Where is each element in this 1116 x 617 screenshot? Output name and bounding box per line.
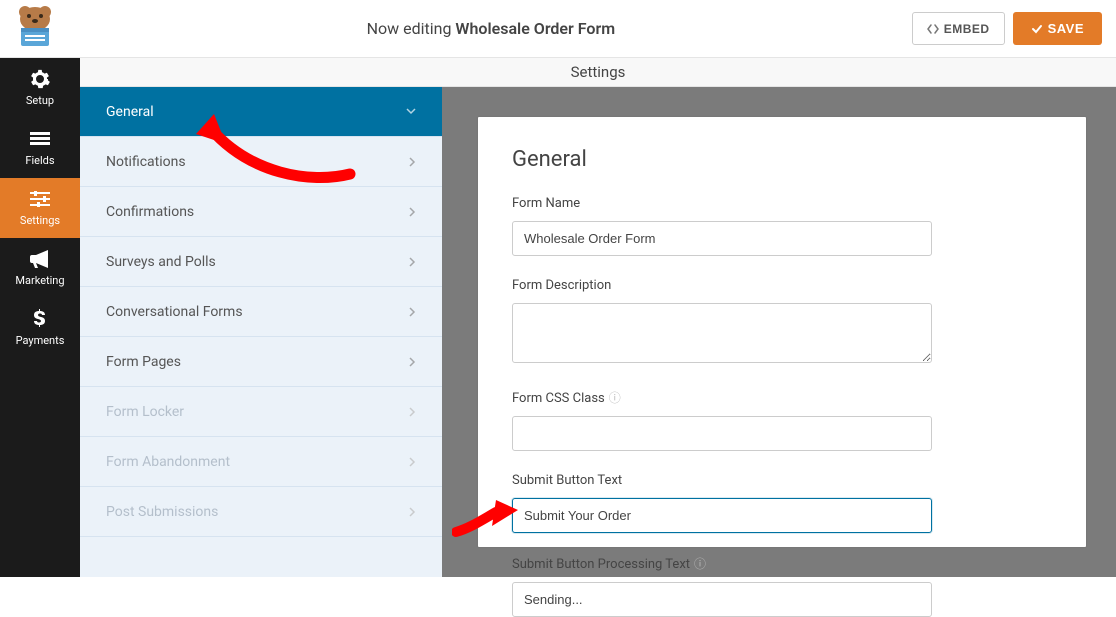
chevron-right-icon <box>409 357 416 367</box>
sidebar-item-general[interactable]: General <box>80 87 442 137</box>
list-icon <box>30 129 50 149</box>
sidebar-item-label: Form Pages <box>106 354 181 370</box>
save-button[interactable]: SAVE <box>1013 12 1102 45</box>
chevron-right-icon <box>409 157 416 167</box>
check-icon <box>1031 23 1043 35</box>
chevron-right-icon <box>409 407 416 417</box>
sidebar-item-label: Notifications <box>106 154 186 170</box>
save-label: SAVE <box>1048 21 1084 36</box>
chevron-right-icon <box>409 507 416 517</box>
field-submit-text: Submit Button Text <box>512 473 1052 533</box>
lower-area: General Notifications Confirmations <box>80 87 1116 577</box>
nav-label: Fields <box>25 154 54 167</box>
editing-form-name: Wholesale Order Form <box>455 19 615 38</box>
sidebar-item-confirmations[interactable]: Confirmations <box>80 187 442 237</box>
content: Settings General Notifications Confirm <box>80 58 1116 577</box>
top-bar: Now editing Wholesale Order Form EMBED S… <box>0 0 1116 58</box>
sidebar-item-label: Surveys and Polls <box>106 254 216 270</box>
sidebar-item-form-pages[interactable]: Form Pages <box>80 337 442 387</box>
sidebar-item-notifications[interactable]: Notifications <box>80 137 442 187</box>
app-logo <box>0 0 70 58</box>
form-area: General Form Name Form Description Form … <box>442 87 1116 577</box>
nav-label: Marketing <box>15 274 64 287</box>
sidebar-item-label: Form Abandonment <box>106 454 230 470</box>
settings-header: Settings <box>80 58 1116 87</box>
form-heading: General <box>512 147 1052 172</box>
nav-marketing[interactable]: Marketing <box>0 238 80 298</box>
editing-prefix: Now editing <box>367 19 456 38</box>
nav-fields[interactable]: Fields <box>0 118 80 178</box>
nav-column: Setup Fields Settings Marketing Payments <box>0 58 80 577</box>
chevron-right-icon <box>409 257 416 267</box>
sidebar-item-label: Post Submissions <box>106 504 218 520</box>
sidebar-item-form-abandonment[interactable]: Form Abandonment <box>80 437 442 487</box>
chevron-right-icon <box>409 307 416 317</box>
nav-label: Payments <box>16 334 65 347</box>
form-description-label: Form Description <box>512 278 1052 293</box>
submit-text-label: Submit Button Text <box>512 473 1052 488</box>
embed-icon <box>927 23 939 35</box>
processing-text-input[interactable] <box>512 582 932 617</box>
field-form-description: Form Description <box>512 278 1052 367</box>
form-description-input[interactable] <box>512 303 932 363</box>
help-icon[interactable]: ⓘ <box>694 557 706 571</box>
chevron-right-icon <box>409 457 416 467</box>
sidebar-item-label: Confirmations <box>106 204 194 220</box>
sidebar-item-post-submissions[interactable]: Post Submissions <box>80 487 442 537</box>
embed-label: EMBED <box>944 22 990 36</box>
megaphone-icon <box>30 249 50 269</box>
embed-button[interactable]: EMBED <box>912 12 1005 45</box>
form-css-label: Form CSS Classⓘ <box>512 389 1052 406</box>
settings-sidebar: General Notifications Confirmations <box>80 87 442 577</box>
nav-setup[interactable]: Setup <box>0 58 80 118</box>
sidebar-item-conversational[interactable]: Conversational Forms <box>80 287 442 337</box>
field-processing-text: Submit Button Processing Textⓘ <box>512 555 1052 617</box>
form-css-input[interactable] <box>512 416 932 451</box>
dollar-icon <box>30 309 50 329</box>
sidebar-item-label: General <box>106 104 154 120</box>
sidebar-item-surveys[interactable]: Surveys and Polls <box>80 237 442 287</box>
form-name-label: Form Name <box>512 196 1052 211</box>
sidebar-item-form-locker[interactable]: Form Locker <box>80 387 442 437</box>
nav-label: Setup <box>26 94 54 107</box>
sidebar-item-label: Conversational Forms <box>106 304 243 320</box>
form-card: General Form Name Form Description Form … <box>478 117 1086 547</box>
field-form-name: Form Name <box>512 196 1052 256</box>
nav-label: Settings <box>20 214 60 227</box>
nav-payments[interactable]: Payments <box>0 298 80 358</box>
processing-text-label: Submit Button Processing Textⓘ <box>512 555 1052 572</box>
top-actions: EMBED SAVE <box>912 12 1116 45</box>
form-name-input[interactable] <box>512 221 932 256</box>
chevron-right-icon <box>409 207 416 217</box>
sliders-icon <box>30 189 50 209</box>
field-form-css: Form CSS Classⓘ <box>512 389 1052 451</box>
settings-header-label: Settings <box>571 63 626 81</box>
nav-settings[interactable]: Settings <box>0 178 80 238</box>
gear-icon <box>30 69 50 89</box>
sidebar-item-label: Form Locker <box>106 404 184 420</box>
page-title: Now editing Wholesale Order Form <box>70 19 912 38</box>
main: Setup Fields Settings Marketing Payments <box>0 58 1116 577</box>
chevron-down-icon <box>406 108 416 115</box>
submit-text-input[interactable] <box>512 498 932 533</box>
help-icon[interactable]: ⓘ <box>609 391 621 405</box>
